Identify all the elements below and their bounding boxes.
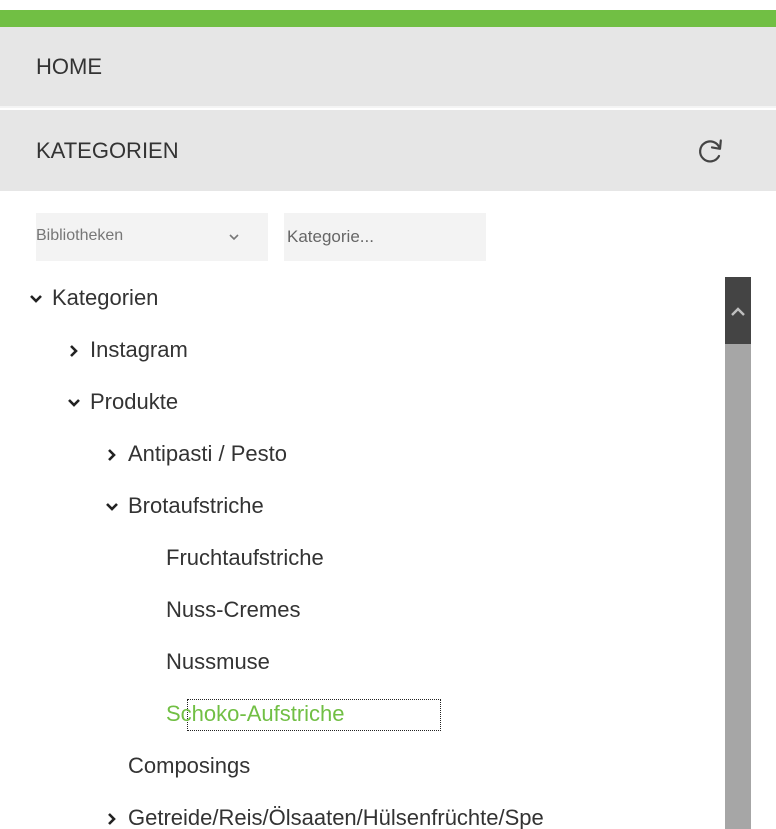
chevron-up-icon[interactable] (729, 305, 747, 319)
library-select[interactable]: Bibliotheken (36, 213, 268, 261)
chevron-down-icon[interactable] (28, 291, 44, 307)
nav-home-label: HOME (36, 53, 102, 79)
chevron-right-icon[interactable] (104, 811, 120, 827)
tree-node-label: Instagram (90, 337, 188, 362)
tree-scrollbar[interactable] (725, 277, 751, 829)
tree-node-label: Schoko-Aufstriche (166, 701, 345, 726)
tree-node-label: Getreide/Reis/Ölsaaten/Hülsenfrüchte/Spe (128, 805, 544, 829)
chevron-down-icon[interactable] (104, 499, 120, 515)
category-search-input[interactable] (284, 213, 486, 261)
nav-home[interactable]: HOME (0, 27, 776, 108)
tree-node-label: Nussmuse (166, 649, 270, 674)
nav-categories-label: KATEGORIEN (36, 137, 179, 163)
accent-stripe (0, 10, 776, 27)
tree-node-label: Antipasti / Pesto (128, 441, 287, 466)
refresh-icon[interactable] (695, 136, 725, 166)
tree-node-label: Brotaufstriche (128, 493, 264, 518)
tree-node-label: Fruchtaufstriche (166, 545, 324, 570)
tree-node-label: Produkte (90, 389, 179, 414)
tree-node-label: Composings (128, 753, 251, 778)
chevron-down-icon[interactable] (66, 395, 82, 411)
nav-categories[interactable]: KATEGORIEN (0, 110, 776, 191)
chevron-right-icon[interactable] (104, 447, 120, 463)
library-select-value: Bibliotheken (36, 227, 124, 244)
category-search[interactable] (284, 213, 486, 261)
tree-node-label: Kategorien (52, 285, 159, 310)
tree-node-label: Nuss-Cremes (166, 597, 301, 622)
top-bar (0, 0, 776, 27)
chevron-down-icon (229, 234, 239, 241)
chevron-right-icon[interactable] (66, 343, 82, 359)
category-tree: Kategorien Instagram Produkte Antipasti / P… (0, 272, 725, 829)
